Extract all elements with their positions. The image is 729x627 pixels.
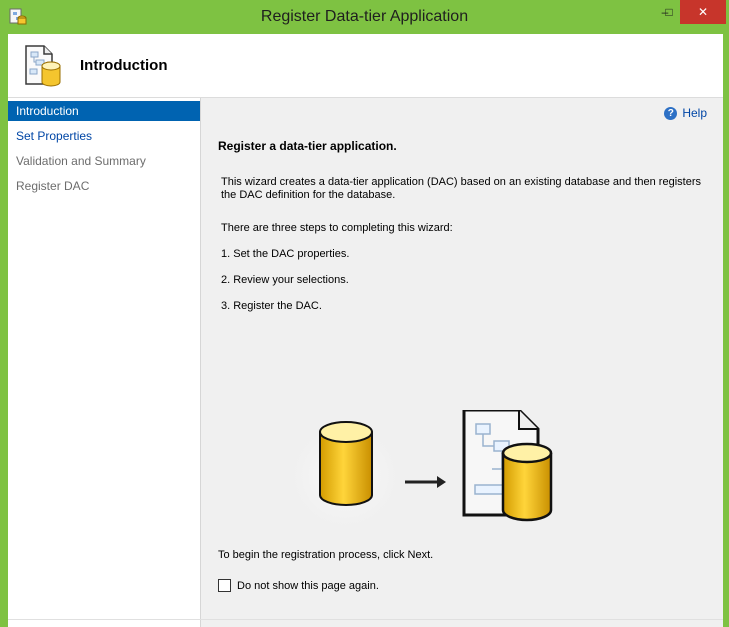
right-arrow-icon: [405, 476, 446, 488]
step-1: 1. Set the DAC properties.: [221, 248, 350, 260]
registration-illustration: [293, 410, 553, 536]
wizard-client-area: Introduction Introduction Set Properties…: [8, 34, 723, 627]
sidebar-item-register-dac: Register DAC: [16, 179, 90, 193]
window-title: Register Data-tier Application: [260, 8, 469, 25]
steps-intro: There are three steps to completing this…: [221, 222, 453, 234]
step-3: 3. Register the DAC.: [221, 300, 322, 312]
intro-heading: Register a data-tier application.: [218, 139, 397, 153]
wizard-sidebar: Introduction Set Properties Validation a…: [8, 98, 201, 627]
maximize-button[interactable]: □: [656, 0, 682, 24]
intro-description: This wizard creates a data-tier applicat…: [221, 176, 701, 201]
page-title: Introduction: [80, 57, 168, 74]
help-icon: ?: [664, 106, 678, 120]
help-link[interactable]: ? Help: [664, 106, 707, 120]
do-not-show-checkbox-row[interactable]: Do not show this page again.: [218, 579, 379, 592]
title-bar[interactable]: Register Data-tier Application – □ ✕: [0, 0, 729, 34]
sidebar-item-set-properties[interactable]: Set Properties: [8, 126, 200, 146]
step-2: 2. Review your selections.: [221, 274, 349, 286]
do-not-show-checkbox[interactable]: [218, 579, 231, 592]
database-icon: [319, 421, 373, 506]
close-button[interactable]: ✕: [680, 0, 726, 24]
sidebar-item-validation-summary: Validation and Summary: [16, 154, 146, 168]
sidebar-item-introduction[interactable]: Introduction: [8, 101, 200, 121]
wizard-content: ? Help Register a data-tier application.…: [201, 98, 723, 627]
help-label: Help: [682, 106, 707, 120]
bottom-divider: [8, 619, 723, 620]
next-instruction: To begin the registration process, click…: [218, 549, 434, 561]
dac-document-database-icon: [462, 410, 553, 522]
dac-document-database-icon: [25, 45, 61, 87]
wizard-header: Introduction: [8, 34, 723, 98]
do-not-show-label[interactable]: Do not show this page again.: [237, 580, 379, 592]
